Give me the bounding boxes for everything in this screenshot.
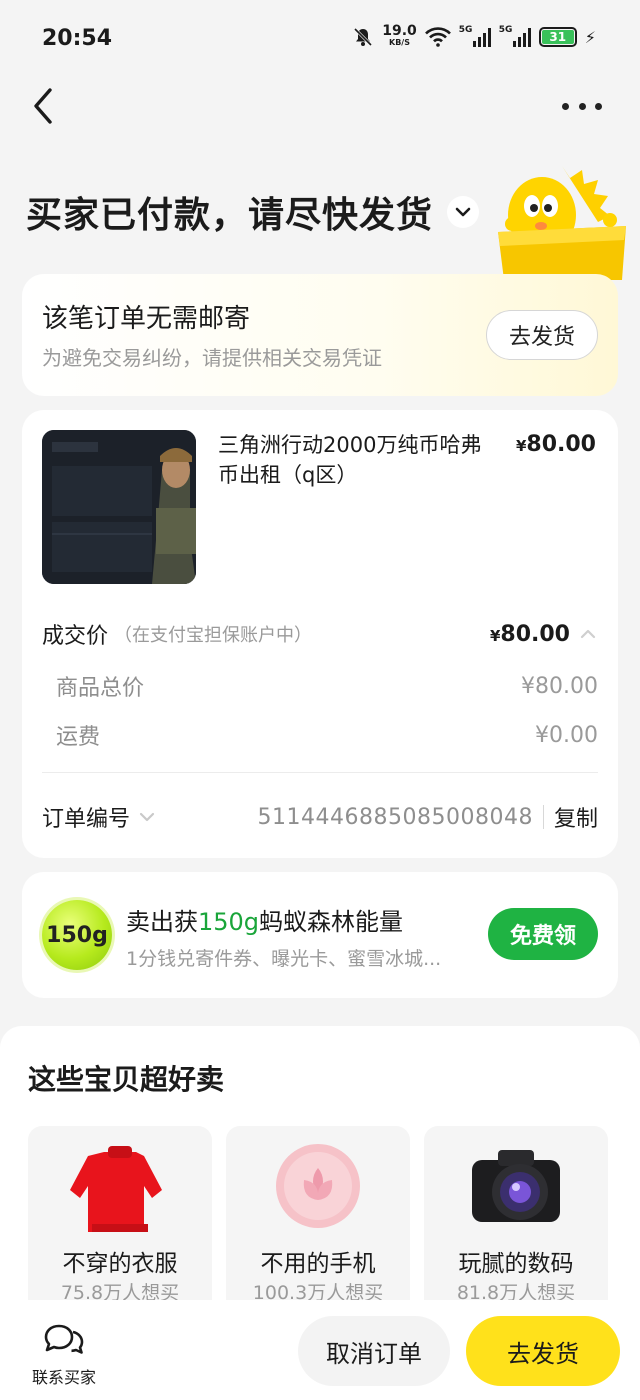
copy-order-number-button[interactable]: 复制 xyxy=(554,801,598,833)
sell-section-heading: 这些宝贝超好卖 xyxy=(28,1063,225,1096)
product-image xyxy=(42,430,196,584)
shipping-notice-subtitle: 为避免交易纠纷，请提供相关交易凭证 xyxy=(42,346,382,370)
page-title-row: 买家已付款，请尽快发货 xyxy=(26,186,480,238)
mascot-illustration xyxy=(498,166,626,280)
bottom-action-bar: 联系买家 取消订单 去发货 xyxy=(0,1300,640,1400)
energy-title: 卖出获150g蚂蚁森林能量 xyxy=(126,908,404,936)
sweater-icon xyxy=(70,1146,162,1232)
divider xyxy=(542,805,544,829)
chevron-left-icon xyxy=(34,88,52,124)
deal-price-note: （在支付宝担保账户中） xyxy=(114,625,313,646)
chevron-down-icon[interactable] xyxy=(138,808,156,826)
signal-icon-sim1: 5G xyxy=(459,25,491,47)
sell-tile-label: 不用的手机 xyxy=(260,1251,376,1277)
chevron-up-icon xyxy=(580,629,596,639)
sell-tile-clothes[interactable]: 不穿的衣服 75.8万人想买 xyxy=(28,1126,212,1316)
chevron-down-icon xyxy=(455,207,471,217)
energy-badge: 150g xyxy=(42,900,112,970)
shipping-notice-card: 该笔订单无需邮寄 为避免交易纠纷，请提供相关交易凭证 去发货 xyxy=(22,274,618,396)
shipping-fee-row: 运费 ¥0.00 xyxy=(56,719,598,751)
order-number-value: 5114446885085008048 xyxy=(257,804,533,830)
shipping-fee-label: 运费 xyxy=(56,725,101,750)
notice-ship-button[interactable]: 去发货 xyxy=(486,310,598,360)
claim-energy-button[interactable]: 免费领 xyxy=(488,908,598,960)
product-price: ¥80.00 xyxy=(515,432,596,457)
more-dot-icon xyxy=(595,102,602,110)
title-expand-button[interactable] xyxy=(447,196,480,228)
deal-price-row[interactable]: 成交价 （在支付宝担保账户中） ¥80.00 xyxy=(42,618,598,650)
sell-tile-digital[interactable]: 玩腻的数码 81.8万人想买 xyxy=(424,1126,608,1316)
goods-total-label: 商品总价 xyxy=(56,676,145,701)
more-dot-icon xyxy=(562,102,569,110)
cancel-order-button[interactable]: 取消订单 xyxy=(298,1316,450,1386)
sell-tile-label: 不穿的衣服 xyxy=(62,1251,178,1277)
shipping-notice-title: 该笔订单无需邮寄 xyxy=(42,304,251,334)
wifi-icon xyxy=(424,27,451,47)
more-button[interactable] xyxy=(562,96,602,116)
back-button[interactable] xyxy=(30,86,60,126)
product-title[interactable]: 三角洲行动2000万纯币哈弗币出租（q区） xyxy=(218,430,488,490)
goods-total-row: 商品总价 ¥80.00 xyxy=(56,670,598,702)
order-number-row: 订单编号 5114446885085008048 复制 xyxy=(42,800,598,834)
contact-buyer-button[interactable]: 联系买家 xyxy=(28,1322,100,1388)
forest-energy-card: 150g 卖出获150g蚂蚁森林能量 1分钱兑寄件券、曝光卡、蜜雪冰城... 免… xyxy=(22,872,618,998)
battery-icon: 31 xyxy=(538,27,577,47)
contact-buyer-label: 联系买家 xyxy=(31,1368,96,1387)
sell-tile-phone[interactable]: 不用的手机 100.3万人想买 xyxy=(226,1126,410,1316)
chat-icon xyxy=(44,1324,84,1354)
shipping-fee-value: ¥0.00 xyxy=(535,722,598,748)
status-time: 20:54 xyxy=(42,26,113,51)
more-dot-icon xyxy=(578,102,586,110)
status-bar: 20:54 19.0 KB/S 5G 5G 31 ⚡ xyxy=(0,0,640,80)
product-thumbnail[interactable] xyxy=(42,430,196,584)
mute-bell-icon xyxy=(354,27,373,47)
status-icons: 19.0 KB/S 5G 5G 31 ⚡ xyxy=(352,23,596,48)
charging-icon: ⚡ xyxy=(584,27,596,47)
order-number-label[interactable]: 订单编号 xyxy=(42,801,130,833)
camera-icon xyxy=(472,1150,560,1222)
goods-total-value: ¥80.00 xyxy=(521,673,598,699)
net-speed: 19.0 KB/S xyxy=(382,23,417,47)
sell-tile-label: 玩腻的数码 xyxy=(458,1251,574,1277)
deal-price-value: ¥80.00 xyxy=(489,621,570,647)
divider xyxy=(42,772,598,773)
ship-button[interactable]: 去发货 xyxy=(466,1316,620,1386)
energy-subtitle: 1分钱兑寄件券、曝光卡、蜜雪冰城... xyxy=(126,948,442,970)
page-title: 买家已付款，请尽快发货 xyxy=(26,195,434,236)
signal-icon-sim2: 5G xyxy=(499,25,531,47)
order-card: 三角洲行动2000万纯币哈弗币出租（q区） ¥80.00 成交价 （在支付宝担保… xyxy=(22,410,618,858)
deal-price-label: 成交价 xyxy=(42,624,109,649)
phone-icon xyxy=(276,1144,360,1228)
